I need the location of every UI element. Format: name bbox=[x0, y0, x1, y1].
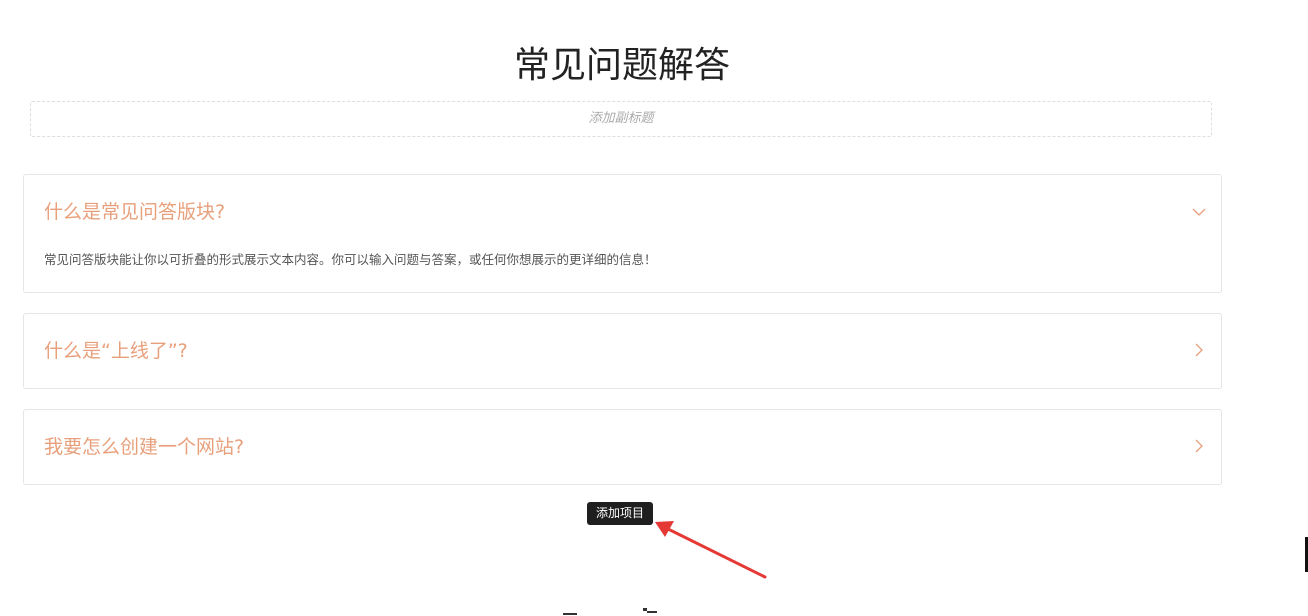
faq-question[interactable]: 什么是常见问答版块? bbox=[44, 199, 225, 225]
cutoff-heading-fragment bbox=[563, 608, 657, 615]
faq-question[interactable]: 我要怎么创建一个网站? bbox=[44, 434, 244, 460]
faq-section: 常见问题解答 添加副标题 什么是常见问答版块? 常见问答版块能让你以可折叠的形式… bbox=[0, 0, 1308, 616]
chevron-right-icon[interactable] bbox=[1191, 438, 1207, 454]
faq-item[interactable]: 什么是常见问答版块? 常见问答版块能让你以可折叠的形式展示文本内容。你可以输入问… bbox=[23, 174, 1222, 293]
chevron-right-icon[interactable] bbox=[1191, 342, 1207, 358]
faq-question[interactable]: 什么是“上线了”? bbox=[44, 338, 188, 364]
add-item-button[interactable]: 添加项目 bbox=[587, 502, 654, 525]
subtitle-input[interactable]: 添加副标题 bbox=[30, 101, 1212, 137]
chevron-down-icon[interactable] bbox=[1191, 204, 1207, 220]
page-title[interactable]: 常见问题解答 bbox=[0, 40, 1244, 92]
faq-item[interactable]: 什么是“上线了”? bbox=[23, 313, 1222, 389]
faq-answer: 常见问答版块能让你以可折叠的形式展示文本内容。你可以输入问题与答案，或任何你想展… bbox=[44, 252, 657, 267]
annotation-arrow-icon bbox=[655, 521, 767, 579]
faq-item[interactable]: 我要怎么创建一个网站? bbox=[23, 409, 1222, 485]
